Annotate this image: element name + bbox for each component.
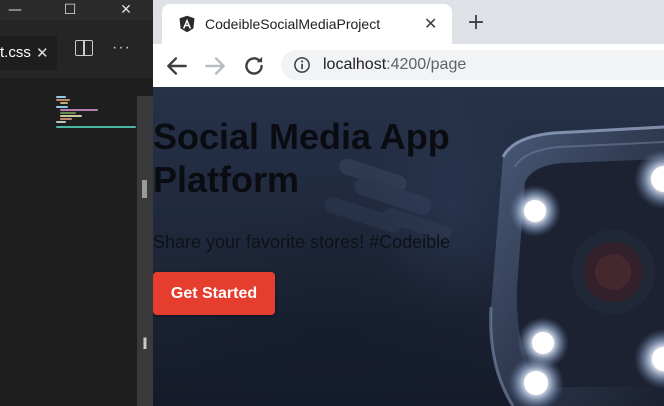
text-cursor-icon: I [142, 334, 148, 353]
url-path: :4200/page [386, 56, 467, 73]
back-arrow-icon[interactable] [164, 53, 190, 79]
more-actions-icon[interactable]: ··· [112, 40, 131, 56]
close-tab-icon[interactable]: ✕ [424, 4, 437, 44]
vscode-titlebar: — ☐ ✕ [0, 0, 153, 20]
close-tab-icon[interactable]: ✕ [36, 36, 49, 70]
address-bar[interactable]: localhost:4200/page [281, 50, 664, 80]
angular-logo-icon [179, 15, 195, 33]
editor-tab-css[interactable]: t.css ✕ [0, 36, 57, 70]
hero-title: Social Media App Platform [153, 116, 450, 200]
browser-window: CodeibleSocialMediaProject ✕ + localhost… [153, 0, 664, 406]
minimize-button[interactable]: — [0, 0, 30, 20]
get-started-button[interactable]: Get Started [153, 272, 275, 315]
forward-arrow-icon[interactable] [202, 53, 228, 79]
vscode-window: — ☐ ✕ t.css ✕ ··· I [0, 0, 153, 406]
scrollbar-thumb[interactable] [142, 180, 147, 198]
new-tab-button[interactable]: + [464, 9, 488, 37]
hero-subtitle: Share your favorite stores! #Codeible [153, 232, 451, 252]
browser-toolbar: localhost:4200/page [153, 44, 664, 87]
browser-tab[interactable]: CodeibleSocialMediaProject ✕ [162, 4, 452, 44]
split-editor-icon[interactable] [75, 40, 93, 56]
info-icon[interactable] [293, 56, 311, 74]
page-viewport: Social Media App Platform Share your fav… [153, 87, 664, 406]
minimap[interactable] [54, 96, 136, 132]
maximize-button[interactable]: ☐ [55, 0, 85, 20]
close-window-button[interactable]: ✕ [111, 0, 141, 20]
vscode-tab-bar: t.css ✕ ··· [0, 20, 153, 78]
editor-tab-label: t.css [0, 44, 31, 61]
url-host: localhost [323, 56, 387, 73]
tab-title: CodeibleSocialMediaProject [205, 16, 381, 32]
url-text[interactable]: localhost:4200/page [323, 50, 466, 80]
reload-icon[interactable] [241, 53, 267, 79]
vertical-scrollbar[interactable] [137, 96, 153, 406]
